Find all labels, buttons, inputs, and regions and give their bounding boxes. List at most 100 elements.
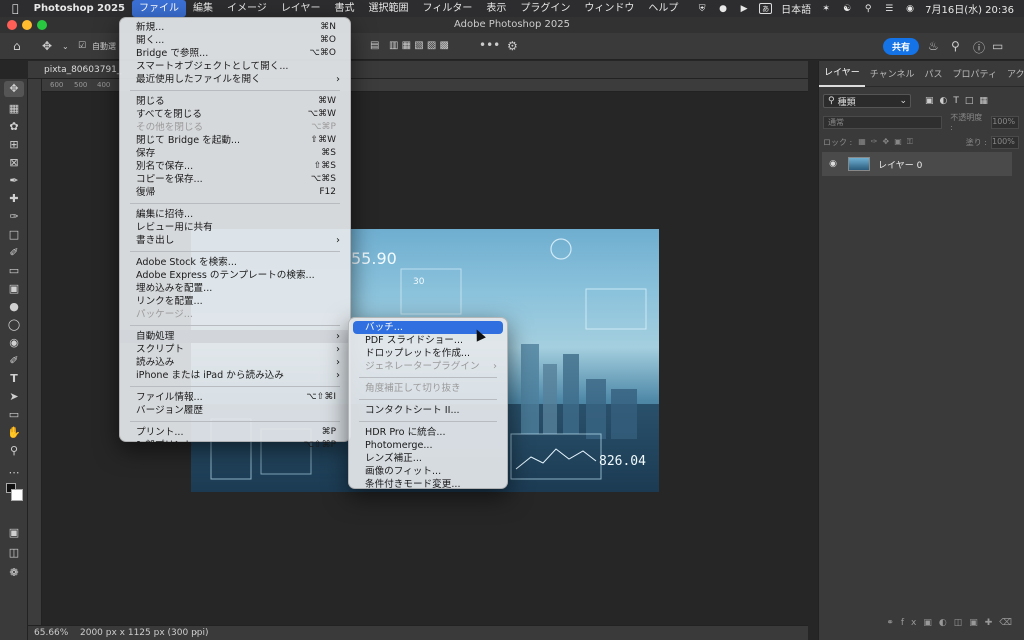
gradient-tool-icon[interactable]: ▣ [4,281,24,297]
eyedropper-tool-icon[interactable]: ✒ [4,173,24,189]
input-mode-icon[interactable]: あ [759,3,773,14]
dodge-tool-2-icon[interactable]: ◉ [4,335,24,351]
file-menu-item[interactable]: 新規... ⌘N [120,21,350,34]
align-icons[interactable]: ▤ ▥ ▦ ▧ ▨ ▩ [370,40,449,51]
file-menu-item[interactable]: 閉じる ⌘W [120,95,350,108]
layer-filter-icons[interactable]: ▣◐T□▦ [925,96,994,106]
minimize-window-button[interactable] [22,20,32,30]
menu-edit[interactable]: 編集 [186,0,220,17]
automate-menu-item[interactable]: コンタクトシート II... [349,404,507,417]
file-menu-item[interactable]: スクリプト › [120,343,350,356]
crop-tool-icon[interactable]: ⊞ [4,137,24,153]
file-menu-item[interactable]: 別名で保存... ⇧⌘S [120,160,350,173]
menu-app-name[interactable]: Photoshop 2025 [27,0,132,17]
dodge-tool-icon[interactable]: ◯ [4,317,24,333]
share-button[interactable]: 共有 [882,38,919,55]
menu-window[interactable]: ウィンドウ [577,0,641,17]
wifi-icon[interactable]: ☯ [841,3,853,14]
move-tool-icon[interactable]: ✥ [4,81,24,97]
tab-properties[interactable]: プロパティ [947,67,1001,80]
menu-layer[interactable]: レイヤー [274,0,328,17]
quick-mask-icon[interactable]: ▣ [4,525,24,541]
clock[interactable]: 7月16日(水) 20:36 [925,1,1014,16]
play-icon[interactable]: ▶ [738,3,750,14]
language-label[interactable]: 日本語 [781,1,811,16]
help-icon[interactable]: ⓘ [973,39,985,56]
move-tool-icon[interactable]: ✥ [42,39,52,53]
layer-filter-select[interactable]: ⚲ 種類 ⌄ [823,94,911,108]
file-menu-item[interactable]: 復帰 F12 [120,186,350,199]
file-menu-item[interactable]: 最近使用したファイルを開く › [120,73,350,86]
automate-menu-item[interactable]: 画像のフィット... [349,465,507,478]
zoom-tool-icon[interactable]: ⚲ [4,443,24,459]
file-menu-item[interactable]: リンクを配置... [120,295,350,308]
file-menu-item[interactable]: 保存 ⌘S [120,147,350,160]
menu-file[interactable]: ファイル [132,0,186,17]
document-info[interactable]: 2000 px x 1125 px (300 ppi) [80,626,209,640]
menu-image[interactable]: イメージ [220,0,274,17]
file-menu-item[interactable]: すべてを閉じる ⌥⌘W [120,108,350,121]
file-menu-item[interactable]: 閉じて Bridge を起動... ⇧⌘W [120,134,350,147]
menu-view[interactable]: 表示 [479,0,513,17]
tab-actions[interactable]: アクショ [1002,67,1024,80]
file-menu-item[interactable]: iPhone または iPad から読み込み › [120,369,350,382]
bluetooth-icon[interactable]: ✶ [820,3,832,14]
search-icon[interactable]: ⚲ [951,39,960,53]
zoom-level[interactable]: 65.66% [34,626,68,640]
automate-menu-item[interactable]: 条件付きモード変更... [349,478,507,491]
menu-type[interactable]: 書式 [328,0,362,17]
file-menu-item[interactable]: Adobe Stock を検索... [120,256,350,269]
document-tab[interactable]: pixta_80603791_ [44,61,121,79]
type-tool-icon[interactable]: T [4,371,24,387]
zoom-window-button[interactable] [37,20,47,30]
chevron-right-icon[interactable]: › [194,626,198,640]
tab-channels[interactable]: チャンネル [865,67,920,80]
settings-gear-icon[interactable]: ⚙ [507,39,518,53]
pen-tool-icon[interactable]: ✐ [4,353,24,369]
control-center-icon[interactable]: ☰ [883,3,895,14]
lasso-tool-icon[interactable]: ✿ [4,119,24,135]
tab-paths[interactable]: パス [919,67,947,80]
notifications-bell-icon[interactable]: ♨ [928,39,939,53]
file-menu-item[interactable]: Adobe Express のテンプレートの検索... [120,269,350,282]
menu-help[interactable]: ヘルプ [641,0,685,17]
file-menu-item[interactable]: 開く... ⌘O [120,34,350,47]
file-menu-item[interactable]: 埋め込みを配置... [120,282,350,295]
file-menu-item[interactable]: レビュー用に共有 [120,221,350,234]
siri-icon[interactable]: ◉ [904,3,916,14]
file-menu-item[interactable]: スマートオブジェクトとして開く... [120,60,350,73]
apple-icon[interactable]:  [0,0,27,17]
menu-select[interactable]: 選択範囲 [362,0,416,17]
history-brush-icon[interactable]: ✐ [4,245,24,261]
brush-tool-icon[interactable]: ✑ [4,209,24,225]
automate-menu-item[interactable]: レンズ補正... [349,452,507,465]
file-menu-item[interactable]: 読み込み › [120,356,350,369]
rectangle-tool-icon[interactable]: ▭ [4,407,24,423]
file-menu-item[interactable]: バージョン履歴 [120,404,350,417]
shield-status-icon[interactable]: ⛨ [696,3,708,14]
eraser-tool-icon[interactable]: ▭ [4,263,24,279]
workspace-icon[interactable]: ▭ [992,39,1003,53]
frame-tool-icon[interactable]: ⊠ [4,155,24,171]
search-icon[interactable]: ⚲ [862,3,874,14]
file-menu-item[interactable]: 自動処理 › [120,330,350,343]
file-menu-item[interactable]: コピーを保存... ⌥⌘S [120,173,350,186]
file-menu-item[interactable]: 1 部プリント ⌥⇧⌘P [120,439,350,452]
menu-filter[interactable]: フィルター [416,0,480,17]
automate-menu-item[interactable]: HDR Pro に統合... [349,426,507,439]
auto-select-checkbox[interactable]: ☑ [78,41,86,51]
layer-row[interactable]: ◉ レイヤー 0 [822,152,1012,176]
home-icon[interactable]: ⌂ [13,39,21,53]
file-menu-item[interactable]: ファイル情報... ⌥⇧⌘I [120,391,350,404]
automate-menu-item[interactable]: ドロップレットを作成... [349,347,507,360]
layer-name[interactable]: レイヤー 0 [878,158,922,171]
stamp-tool-icon[interactable]: □ [4,227,24,243]
visibility-eye-icon[interactable]: ◉ [822,159,844,169]
artboard-tool-icon[interactable]: ▦ [4,101,24,117]
tool-preset-chevron-icon[interactable]: ⌄ [62,42,69,51]
line-app-icon[interactable]: ● [717,3,729,14]
tab-layers[interactable]: レイヤー [819,61,865,87]
file-menu-item[interactable]: プリント... ⌘P [120,426,350,439]
close-window-button[interactable] [7,20,17,30]
screen-mode-icon[interactable]: ◫ [4,545,24,561]
